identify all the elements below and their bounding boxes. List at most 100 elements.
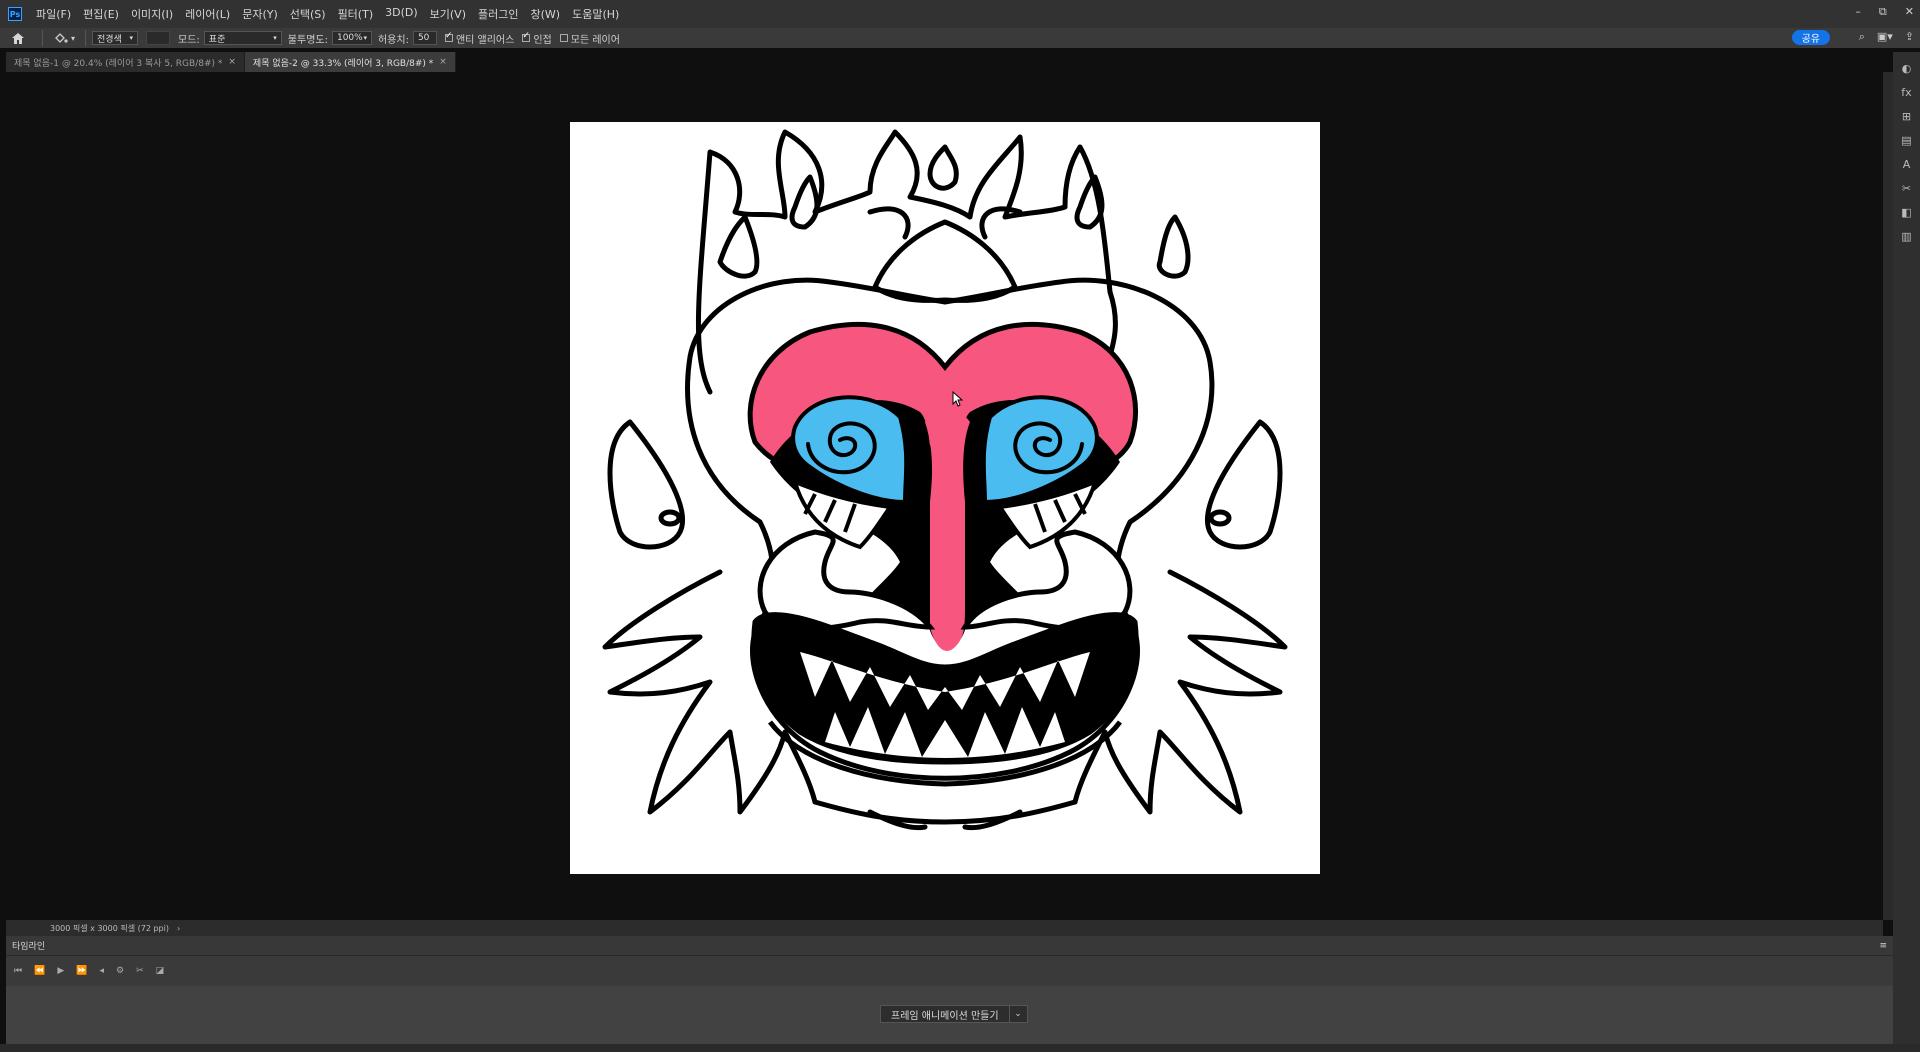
checkbox-unchecked-icon [559, 34, 568, 42]
paint-bucket-icon [55, 32, 68, 43]
mask-nose-pink [925, 410, 970, 651]
menu-image[interactable]: 이미지(I) [125, 6, 179, 22]
pattern-swatch[interactable] [146, 31, 171, 45]
close-button[interactable]: ✕ [1905, 5, 1914, 19]
share-export-icon[interactable]: ⇪ [1905, 30, 1914, 44]
fill-source-value: 전경색 [97, 34, 122, 45]
left-ear-hole [658, 509, 682, 527]
contiguous-checkbox[interactable]: 인접 [522, 31, 552, 46]
character-icon[interactable]: A [1900, 158, 1914, 172]
crown-spike-drop-left [789, 174, 820, 230]
channels-icon[interactable]: ▥ [1900, 230, 1914, 244]
menu-window[interactable]: 창(W) [524, 6, 566, 22]
options-bar: ▾ 전경색 ▾ 모드: 표준 ▾ 불투명도: 100% ▾ 허용치: 50 앤티… [0, 28, 1920, 48]
contiguous-label: 인접 [533, 34, 552, 46]
settings-icon[interactable]: ⚙ [116, 966, 124, 976]
status-bar: 3000 픽셀 x 3000 픽셀 (72 ppi) › [6, 920, 1883, 936]
mode-select[interactable]: 표준 ▾ [203, 31, 282, 45]
next-frame-icon[interactable]: ⏩ [76, 966, 87, 976]
document-info[interactable]: 3000 픽셀 x 3000 픽셀 (72 ppi) [50, 923, 169, 934]
chevron-down-icon: ▾ [363, 34, 367, 42]
mask-artwork [602, 129, 1288, 831]
transition-icon[interactable]: ◪ [156, 966, 165, 976]
tolerance-value: 50 [417, 33, 430, 43]
menu-view[interactable]: 보기(V) [424, 6, 472, 22]
tool-preset-picker[interactable]: ▾ [53, 32, 75, 45]
create-animation-control: 프레임 애니메이션 만들기 ⌄ [880, 1005, 1028, 1023]
timeline-panel-header: 타임라인 ≡ [6, 936, 1893, 956]
menu-layer[interactable]: 레이어(L) [179, 6, 236, 22]
home-button[interactable] [0, 32, 36, 45]
animation-type-dropdown[interactable]: ⌄ [1009, 1005, 1028, 1023]
mode-label: 모드: [178, 34, 200, 46]
properties-icon[interactable]: ⊞ [1900, 110, 1914, 124]
document-canvas[interactable] [570, 122, 1320, 874]
all-layers-label: 모든 레이어 [570, 34, 620, 46]
home-icon [12, 32, 24, 44]
opacity-value: 100% [336, 33, 363, 43]
menu-file[interactable]: 파일(F) [30, 6, 77, 22]
right-ear [1204, 419, 1283, 550]
fx-icon[interactable]: fx [1900, 86, 1914, 100]
right-ear-hole [1208, 509, 1232, 527]
menu-bar: Ps 파일(F) 편집(E) 이미지(I) 레이어(L) 문자(Y) 선택(S)… [0, 0, 1920, 28]
tab-label: 제목 없음-1 @ 20.4% (레이어 3 복사 5, RGB/8#) * [14, 58, 223, 69]
previous-frame-icon[interactable]: ⏪ [34, 966, 45, 976]
tab-label: 제목 없음-2 @ 33.3% (레이어 3, RGB/8#) * [252, 58, 434, 69]
tolerance-label: 허용치: [377, 34, 409, 46]
fill-source-select[interactable]: 전경색 ▾ [92, 31, 139, 45]
chin-mane [812, 799, 1078, 831]
crown-center-ornament [872, 219, 1018, 303]
chevron-down-icon: ▾ [71, 33, 76, 43]
tab-document-2[interactable]: 제목 없음-2 @ 33.3% (레이어 3, RGB/8#) * × [244, 52, 456, 72]
share-button[interactable]: 공유 [1791, 30, 1830, 45]
cursor-icon [952, 391, 964, 407]
mode-value: 표준 [208, 34, 226, 45]
menu-type[interactable]: 문자(Y) [236, 6, 284, 22]
divider [42, 30, 43, 46]
tolerance-input[interactable]: 50 [412, 31, 437, 45]
opacity-input[interactable]: 100% ▾ [331, 31, 372, 45]
tools-icon[interactable]: ✂ [1900, 182, 1914, 196]
chevron-down-icon: ▾ [273, 34, 277, 42]
antialias-label: 앤티 앨리어스 [455, 34, 515, 46]
panel-menu-icon[interactable]: ≡ [1879, 941, 1887, 951]
menu-edit[interactable]: 편집(E) [77, 6, 125, 22]
vertical-scrollbar[interactable] [1883, 72, 1893, 920]
divider [85, 30, 87, 46]
close-icon[interactable]: × [228, 57, 236, 67]
checkbox-checked-icon [522, 31, 531, 42]
crown-spike-drop-center [927, 144, 959, 191]
play-icon[interactable]: ▶ [57, 966, 64, 976]
opacity-label: 불투명도: [287, 34, 328, 46]
layers-icon[interactable]: ◧ [1900, 206, 1914, 220]
search-icon[interactable]: ⌕ [1859, 30, 1865, 44]
audio-icon[interactable]: ◂ [99, 966, 104, 976]
left-ear [607, 419, 686, 550]
timeline-title[interactable]: 타임라인 [12, 939, 45, 952]
close-icon[interactable]: × [439, 57, 447, 67]
menu-select[interactable]: 선택(S) [284, 6, 332, 22]
menu-plugins[interactable]: 플러그인 [472, 6, 524, 22]
first-frame-icon[interactable]: ⏮ [14, 966, 22, 976]
workspace-icon[interactable]: ▣▾ [1877, 30, 1893, 44]
main-menu: 파일(F) 편집(E) 이미지(I) 레이어(L) 문자(Y) 선택(S) 필터… [30, 6, 625, 22]
chevron-down-icon: ▾ [129, 34, 134, 42]
menu-filter[interactable]: 필터(T) [332, 6, 380, 22]
document-tabs: 제목 없음-1 @ 20.4% (레이어 3 복사 5, RGB/8#) * ×… [6, 52, 456, 72]
status-arrow[interactable]: › [177, 924, 180, 933]
all-layers-checkbox[interactable]: 모든 레이어 [559, 31, 620, 46]
menu-3d[interactable]: 3D(D) [379, 6, 424, 22]
split-icon[interactable]: ✂ [136, 966, 144, 976]
libraries-icon[interactable]: ▤ [1900, 134, 1914, 148]
adjustments-icon[interactable]: ◐ [1900, 62, 1914, 76]
menu-help[interactable]: 도움말(H) [566, 6, 625, 22]
options-right-tools: ⌕ ▣▾ ⇪ [1859, 30, 1914, 44]
timeline-controls: ⏮ ⏪ ▶ ⏩ ◂ ⚙ ✂ ◪ [6, 956, 1893, 986]
antialias-checkbox[interactable]: 앤티 앨리어스 [444, 31, 515, 46]
restore-button[interactable]: ⧉ [1879, 5, 1887, 19]
create-frame-animation-button[interactable]: 프레임 애니메이션 만들기 [880, 1005, 1010, 1023]
minimize-button[interactable]: – [1855, 5, 1861, 19]
crown-spike-right-inner [1156, 214, 1191, 279]
tab-document-1[interactable]: 제목 없음-1 @ 20.4% (레이어 3 복사 5, RGB/8#) * × [6, 52, 245, 72]
